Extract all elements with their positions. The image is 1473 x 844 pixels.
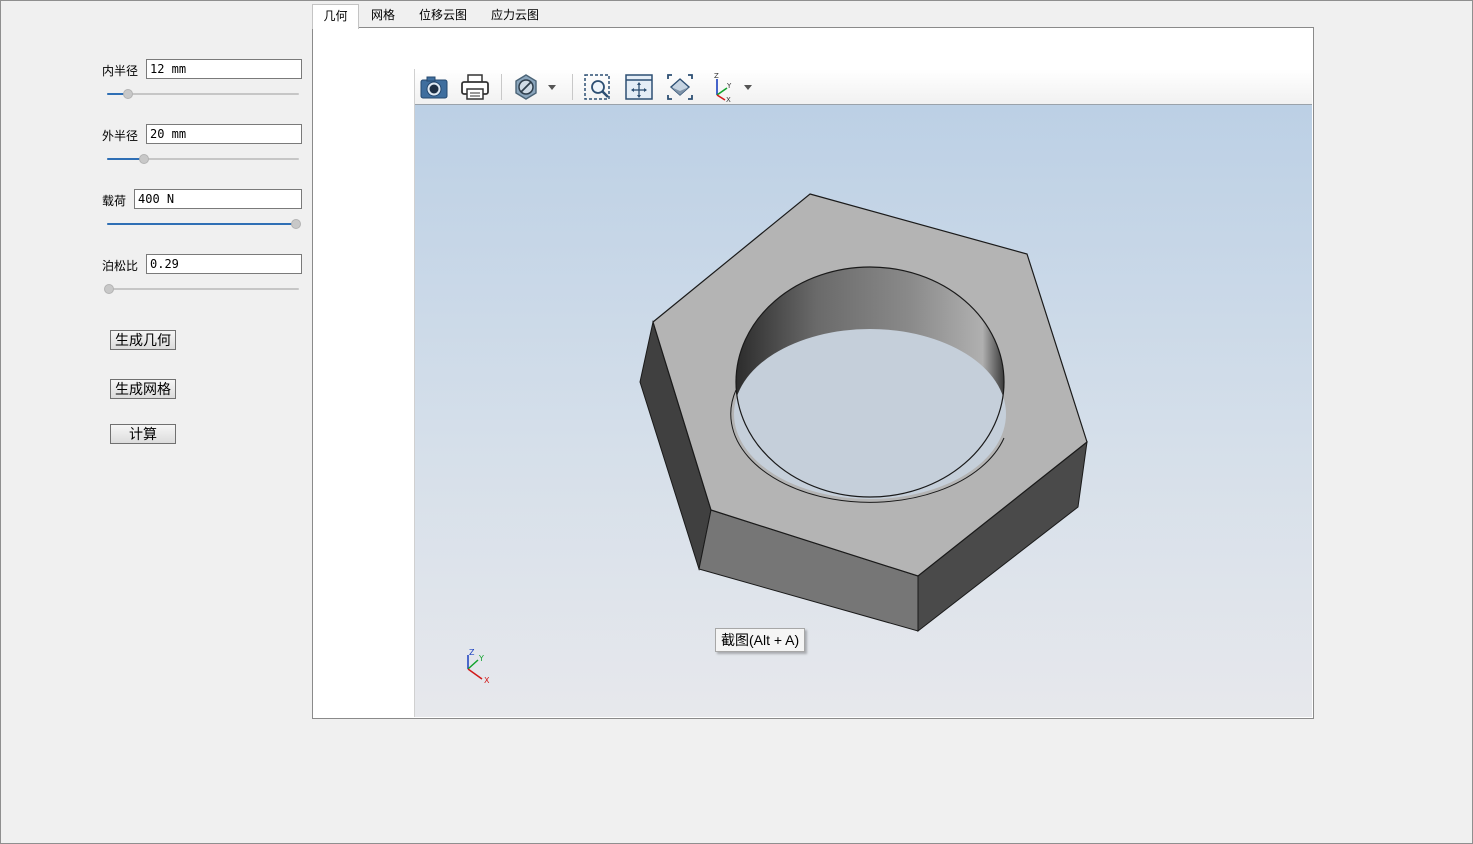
tab-stress-contour[interactable]: 应力云图	[483, 4, 547, 27]
slider-handle[interactable]	[123, 89, 133, 99]
axis-triad-icon: Z Y X	[467, 648, 490, 685]
svg-text:Z: Z	[714, 72, 719, 80]
axes-view-icon[interactable]: Z Y X	[705, 71, 737, 104]
zoom-window-icon[interactable]	[582, 71, 614, 103]
inner-radius-label: 内半径	[102, 64, 139, 78]
poisson-ratio-slider[interactable]	[104, 283, 299, 295]
pan-icon[interactable]	[623, 71, 655, 103]
generate-mesh-button[interactable]: 生成网格	[110, 379, 176, 399]
load-slider[interactable]	[107, 218, 301, 230]
3d-viewport[interactable]: Z Y X 截图(Alt + A)	[415, 105, 1312, 717]
slider-handle[interactable]	[291, 219, 301, 229]
viewer-toolbar: Z Y X	[415, 69, 1312, 105]
inner-radius-input[interactable]: 12 mm	[146, 59, 302, 79]
camera-icon[interactable]	[418, 71, 450, 103]
tab-mesh[interactable]: 网格	[363, 4, 403, 27]
compute-button[interactable]: 计算	[110, 424, 176, 444]
triad-y-label: Y	[478, 654, 484, 663]
hex-nut-model	[639, 193, 1088, 633]
outer-radius-label: 外半径	[102, 129, 139, 143]
dropdown-arrow-icon[interactable]	[545, 71, 559, 103]
tab-geometry[interactable]: 几何	[312, 4, 359, 29]
slider-handle[interactable]	[104, 284, 114, 294]
load-label: 载荷	[102, 194, 127, 208]
svg-text:Y: Y	[726, 82, 732, 90]
fit-all-icon[interactable]	[664, 71, 696, 103]
tab-displacement-contour[interactable]: 位移云图	[411, 4, 475, 27]
poisson-ratio-input[interactable]: 0.29	[146, 254, 302, 274]
poisson-ratio-label: 泊松比	[102, 259, 139, 273]
dropdown-arrow-icon[interactable]	[741, 71, 755, 103]
outer-radius-slider[interactable]	[107, 153, 299, 165]
generate-geometry-button[interactable]: 生成几何	[110, 330, 176, 350]
printer-icon[interactable]	[459, 71, 491, 103]
3d-viewer: Z Y X Z Y X 截图(Alt + A)	[414, 69, 1312, 717]
screenshot-tooltip: 截图(Alt + A)	[715, 628, 806, 652]
inner-radius-slider[interactable]	[107, 88, 299, 100]
triad-x-label: X	[484, 676, 490, 685]
triad-z-label: Z	[469, 648, 475, 657]
svg-text:X: X	[726, 96, 731, 103]
slider-handle[interactable]	[139, 154, 149, 164]
section-plane-icon[interactable]	[511, 71, 541, 103]
outer-radius-input[interactable]: 20 mm	[146, 124, 302, 144]
main-window: 内半径 12 mm 外半径 20 mm 载荷 400 N 泊松比 0.29 生成…	[0, 0, 1473, 844]
load-input[interactable]: 400 N	[134, 189, 302, 209]
